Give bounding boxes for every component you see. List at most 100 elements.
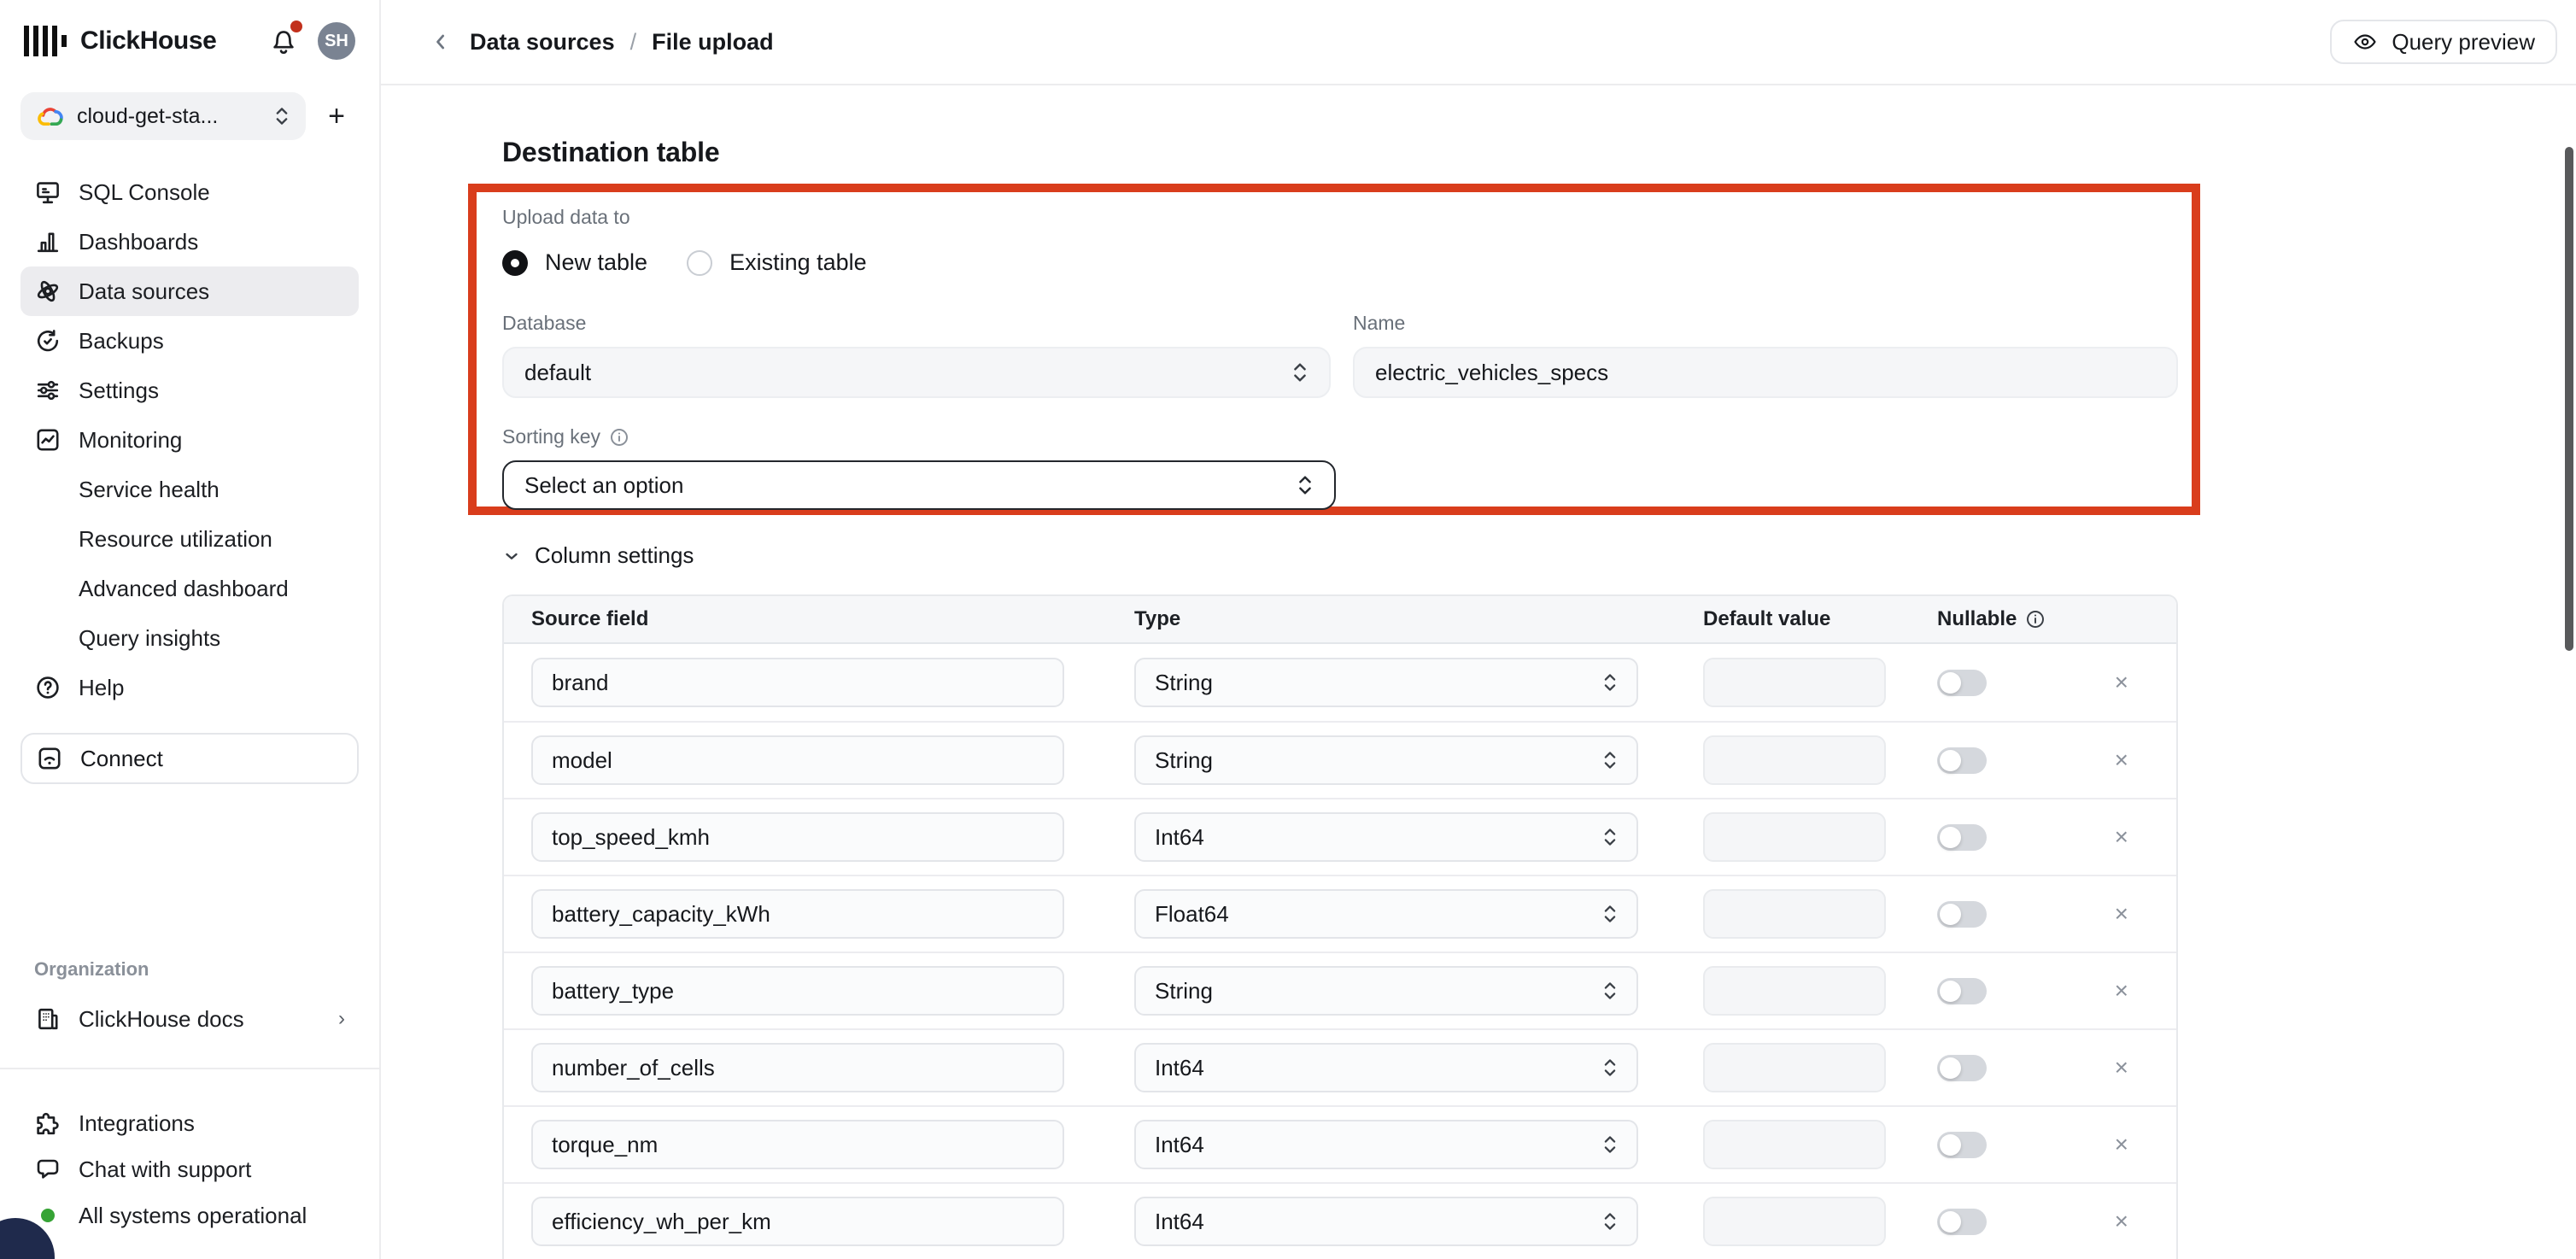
remove-column-button[interactable]: × bbox=[2115, 902, 2128, 926]
sidebar-item-chat-with-support[interactable]: Chat with support bbox=[20, 1146, 359, 1192]
default-value-input[interactable] bbox=[1703, 812, 1886, 862]
integrations-icon bbox=[34, 1110, 61, 1137]
chevron-updown-icon bbox=[1602, 1134, 1618, 1155]
query-preview-button[interactable]: Query preview bbox=[2330, 20, 2557, 64]
source-field-input[interactable] bbox=[552, 747, 1044, 774]
type-select[interactable]: Int64 bbox=[1134, 1197, 1638, 1246]
workspace-row: cloud-get-sta... + bbox=[20, 92, 359, 140]
sidebar-item-backups[interactable]: Backups bbox=[20, 316, 359, 366]
source-field-input[interactable] bbox=[552, 901, 1044, 928]
column-settings-toggle[interactable]: Column settings bbox=[502, 542, 2576, 569]
radio-existing-table-label[interactable]: Existing table bbox=[729, 249, 867, 276]
sidebar-item-help[interactable]: Help bbox=[20, 663, 359, 712]
avatar[interactable]: SH bbox=[318, 22, 355, 60]
sidebar-divider bbox=[0, 1068, 379, 1069]
source-field-input[interactable] bbox=[552, 978, 1044, 1004]
main-area: Data sources / File upload Query preview… bbox=[381, 0, 2576, 1259]
table-row: Float64 × bbox=[504, 875, 2176, 952]
sidebar-item-clickhouse-docs[interactable]: ClickHouse docs › bbox=[20, 994, 359, 1044]
default-value-input[interactable] bbox=[1703, 1197, 1886, 1246]
back-button[interactable] bbox=[422, 23, 460, 61]
connect-button[interactable]: Connect bbox=[20, 733, 359, 784]
radio-existing-table[interactable] bbox=[687, 250, 712, 276]
remove-column-button[interactable]: × bbox=[2115, 979, 2128, 1003]
default-value-input[interactable] bbox=[1703, 735, 1886, 785]
type-select[interactable]: Int64 bbox=[1134, 1043, 1638, 1092]
chevron-updown-icon bbox=[1602, 1211, 1618, 1232]
sidebar-item-data-sources[interactable]: Data sources bbox=[20, 266, 359, 316]
column-settings-table: Source field Type Default value Nullable bbox=[502, 594, 2178, 1259]
sidebar-header: ClickHouse SH bbox=[0, 0, 379, 60]
sidebar-item-sql-console[interactable]: SQL Console bbox=[20, 167, 359, 217]
nullable-toggle[interactable] bbox=[1937, 824, 1987, 851]
info-icon bbox=[2025, 609, 2046, 630]
sidebar-item-query-insights[interactable]: Query insights bbox=[20, 613, 359, 663]
breadcrumb-file-upload[interactable]: File upload bbox=[652, 29, 774, 56]
default-value-input[interactable] bbox=[1703, 1120, 1886, 1169]
data-sources-icon bbox=[34, 278, 61, 305]
nullable-toggle[interactable] bbox=[1937, 978, 1987, 1004]
remove-column-button[interactable]: × bbox=[2115, 1056, 2128, 1080]
sql-console-icon bbox=[34, 179, 61, 206]
clickhouse-logo-icon bbox=[24, 24, 67, 58]
type-select[interactable]: Int64 bbox=[1134, 1120, 1638, 1169]
default-value-input[interactable] bbox=[1703, 658, 1886, 707]
type-select[interactable]: Float64 bbox=[1134, 889, 1638, 939]
type-select[interactable]: Int64 bbox=[1134, 812, 1638, 862]
remove-column-button[interactable]: × bbox=[2115, 825, 2128, 849]
sidebar-item-service-health[interactable]: Service health bbox=[20, 465, 359, 514]
nullable-toggle[interactable] bbox=[1937, 670, 1987, 696]
nullable-toggle[interactable] bbox=[1937, 901, 1987, 928]
docs-label: ClickHouse docs bbox=[79, 1006, 244, 1033]
column-settings-label: Column settings bbox=[535, 542, 694, 569]
default-value-input[interactable] bbox=[1703, 966, 1886, 1016]
nullable-toggle[interactable] bbox=[1937, 1132, 1987, 1158]
database-value: default bbox=[524, 360, 591, 386]
source-field-input[interactable] bbox=[552, 1055, 1044, 1081]
source-field-input-wrap bbox=[531, 1120, 1064, 1169]
sidebar-item-advanced-dashboard[interactable]: Advanced dashboard bbox=[20, 564, 359, 613]
connect-icon bbox=[36, 745, 63, 772]
radio-new-table-label[interactable]: New table bbox=[545, 249, 647, 276]
remove-column-button[interactable]: × bbox=[2115, 748, 2128, 772]
table-row: Int64 × bbox=[504, 1028, 2176, 1105]
add-service-button[interactable]: + bbox=[314, 94, 359, 138]
workspace-selector[interactable]: cloud-get-sta... bbox=[20, 92, 306, 140]
dashboards-icon bbox=[34, 228, 61, 255]
type-select[interactable]: String bbox=[1134, 735, 1638, 785]
notifications-button[interactable] bbox=[268, 26, 299, 56]
default-value-input[interactable] bbox=[1703, 1043, 1886, 1092]
sidebar-nav: SQL Console Dashboards Data sources Back… bbox=[20, 167, 359, 712]
upload-target-radios: New table Existing table bbox=[502, 249, 2192, 276]
sidebar-item-settings[interactable]: Settings bbox=[20, 366, 359, 415]
source-field-input[interactable] bbox=[552, 1132, 1044, 1158]
type-select[interactable]: String bbox=[1134, 658, 1638, 707]
table-row: String × bbox=[504, 952, 2176, 1028]
vertical-scrollbar[interactable] bbox=[2565, 147, 2573, 651]
sidebar-item-system-status[interactable]: All systems operational bbox=[20, 1192, 359, 1239]
sidebar-item-dashboards[interactable]: Dashboards bbox=[20, 217, 359, 266]
sidebar-item-integrations[interactable]: Integrations bbox=[20, 1100, 359, 1146]
info-icon bbox=[609, 427, 629, 448]
upload-data-to-label: Upload data to bbox=[502, 206, 2192, 229]
type-select[interactable]: String bbox=[1134, 966, 1638, 1016]
default-value-input[interactable] bbox=[1703, 889, 1886, 939]
source-field-input[interactable] bbox=[552, 1209, 1044, 1235]
radio-new-table[interactable] bbox=[502, 250, 528, 276]
nullable-toggle[interactable] bbox=[1937, 1055, 1987, 1081]
database-select[interactable]: default bbox=[502, 347, 1331, 398]
app-window: ClickHouse SH cloud-get-sta... bbox=[0, 0, 2576, 1259]
sidebar-item-resource-utilization[interactable]: Resource utilization bbox=[20, 514, 359, 564]
remove-column-button[interactable]: × bbox=[2115, 1133, 2128, 1157]
table-name-input[interactable] bbox=[1375, 360, 2156, 386]
source-field-input[interactable] bbox=[552, 824, 1044, 851]
source-field-input[interactable] bbox=[552, 670, 1044, 696]
nullable-toggle[interactable] bbox=[1937, 747, 1987, 774]
remove-column-button[interactable]: × bbox=[2115, 1209, 2128, 1233]
sidebar-item-monitoring[interactable]: Monitoring bbox=[20, 415, 359, 465]
breadcrumb-data-sources[interactable]: Data sources bbox=[470, 29, 615, 56]
backups-icon bbox=[34, 327, 61, 354]
sorting-key-select[interactable]: Select an option bbox=[502, 460, 1336, 510]
remove-column-button[interactable]: × bbox=[2115, 670, 2128, 694]
nullable-toggle[interactable] bbox=[1937, 1209, 1987, 1235]
